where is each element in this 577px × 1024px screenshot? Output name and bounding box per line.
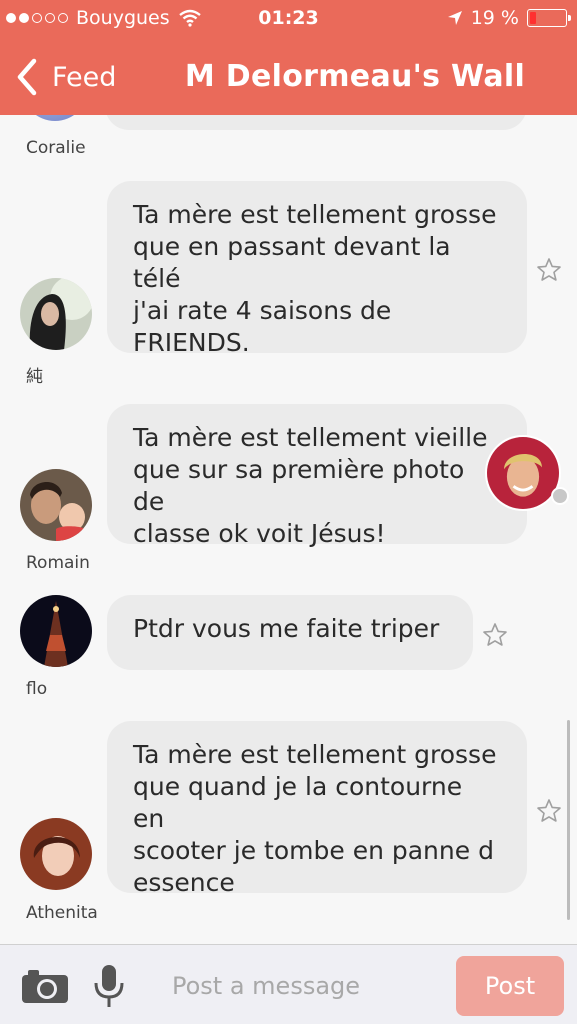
author-name: Coralie	[26, 138, 86, 158]
microphone-icon[interactable]	[92, 963, 126, 1009]
wall-owner-avatar[interactable]	[485, 435, 561, 511]
star-icon[interactable]	[482, 622, 508, 648]
status-right: 19 %	[447, 7, 571, 29]
message-bubble: Ta mère est tellement grosse que quand j…	[107, 721, 527, 897]
back-label: Feed	[52, 61, 117, 93]
author-name: flo	[26, 679, 48, 699]
avatar[interactable]	[20, 469, 92, 541]
message-input[interactable]	[170, 961, 444, 1011]
avatar[interactable]	[20, 818, 92, 890]
author-name: Romain	[26, 553, 90, 573]
location-arrow-icon	[447, 11, 462, 25]
battery-icon	[527, 9, 571, 27]
camera-icon[interactable]	[20, 967, 70, 1005]
page-title: M Delormeau's Wall	[184, 59, 526, 94]
star-icon[interactable]	[536, 257, 562, 283]
star-icon[interactable]	[536, 798, 562, 824]
message-bubble	[105, 115, 527, 130]
message-composer: Post	[0, 944, 577, 1024]
back-button[interactable]: Feed	[16, 55, 116, 99]
message-feed[interactable]: Coralie Ta mère est tellement grosse que…	[0, 115, 577, 944]
post-button[interactable]: Post	[456, 956, 564, 1016]
online-status-dot	[551, 487, 569, 505]
scrollbar[interactable]	[567, 720, 570, 920]
avatar[interactable]	[20, 595, 92, 667]
avatar[interactable]	[20, 278, 92, 350]
status-bar: Bouygues 01:23 19 %	[0, 0, 577, 38]
message-bubble: Ptdr vous me faite triper	[107, 595, 473, 670]
battery-percent: 19 %	[470, 7, 519, 29]
message-bubble: Ta mère est tellement vieille que sur sa…	[107, 404, 527, 548]
avatar[interactable]	[22, 115, 88, 121]
chevron-left-icon	[17, 58, 37, 96]
author-name: Athenita	[26, 903, 98, 923]
author-name: 純	[26, 367, 43, 387]
app-header: Bouygues 01:23 19 % Feed M Delormeau's W…	[0, 0, 577, 115]
message-bubble: Ta mère est tellement grosse que en pass…	[107, 181, 527, 357]
